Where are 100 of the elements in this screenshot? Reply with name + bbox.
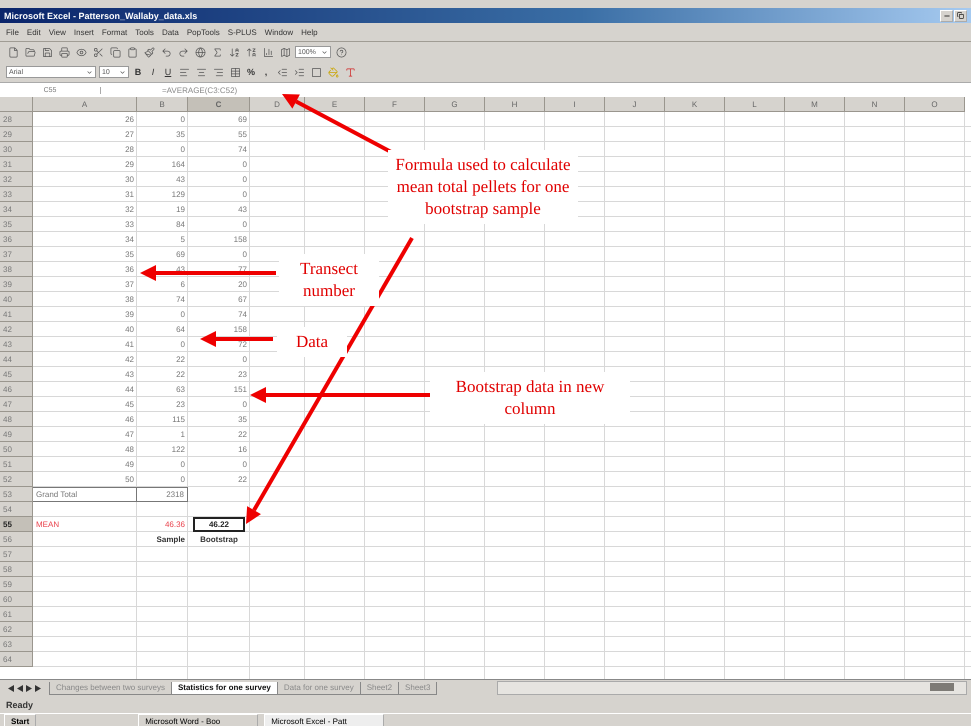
column-header[interactable]: B bbox=[137, 97, 188, 112]
column-header[interactable]: M bbox=[785, 97, 845, 112]
row-header[interactable]: 61 bbox=[0, 607, 33, 622]
menu-item[interactable]: Edit bbox=[26, 28, 41, 36]
row-header[interactable]: 64 bbox=[0, 652, 33, 667]
row-header[interactable]: 50 bbox=[0, 442, 33, 457]
row-header[interactable]: 31 bbox=[0, 157, 33, 172]
save-icon[interactable] bbox=[40, 45, 54, 59]
row-header[interactable]: 60 bbox=[0, 592, 33, 607]
taskbar-button[interactable]: Microsoft Excel - Patt bbox=[264, 714, 384, 726]
row-header[interactable]: 35 bbox=[0, 217, 33, 232]
menu-item[interactable]: PopTools bbox=[186, 28, 220, 36]
row-header[interactable]: 42 bbox=[0, 322, 33, 337]
column-header[interactable]: L bbox=[725, 97, 785, 112]
taskbar-button[interactable]: Microsoft Word - Boo bbox=[138, 714, 258, 726]
table-cell: 46.22 bbox=[192, 517, 246, 532]
help-icon[interactable] bbox=[334, 45, 348, 59]
menu-item[interactable]: S-PLUS bbox=[228, 28, 257, 36]
sheet-tab[interactable]: Changes between two surveys bbox=[49, 682, 172, 694]
menu-item[interactable]: Data bbox=[162, 28, 179, 36]
row-header[interactable]: 40 bbox=[0, 292, 33, 307]
row-header[interactable]: 44 bbox=[0, 352, 33, 367]
borders-icon[interactable] bbox=[309, 65, 323, 79]
restore-button[interactable] bbox=[954, 10, 967, 22]
row-header[interactable]: 52 bbox=[0, 472, 33, 487]
row-header[interactable]: 33 bbox=[0, 187, 33, 202]
row-header[interactable]: 63 bbox=[0, 637, 33, 652]
row-header[interactable]: 38 bbox=[0, 262, 33, 277]
row-header[interactable]: 51 bbox=[0, 457, 33, 472]
sheet-tab[interactable]: Data for one survey bbox=[276, 682, 361, 694]
menu-item[interactable]: Window bbox=[264, 28, 294, 36]
globe-icon[interactable] bbox=[193, 45, 207, 59]
column-header[interactable]: N bbox=[845, 97, 905, 112]
row-header[interactable]: 59 bbox=[0, 577, 33, 592]
row-header[interactable]: 32 bbox=[0, 172, 33, 187]
table-cell-text: 39 bbox=[124, 309, 135, 321]
row-header[interactable]: 45 bbox=[0, 367, 33, 382]
prev-sheet-icon[interactable] bbox=[15, 684, 24, 692]
row-header[interactable]: 53 bbox=[0, 487, 33, 502]
format-button[interactable]: I bbox=[147, 67, 159, 77]
row-header[interactable]: 30 bbox=[0, 142, 33, 157]
sheet-tab[interactable]: Sheet3 bbox=[398, 682, 438, 694]
minimize-button[interactable] bbox=[940, 10, 953, 22]
column-header[interactable]: E bbox=[305, 97, 365, 112]
first-sheet-icon[interactable] bbox=[6, 684, 15, 692]
map-icon[interactable] bbox=[278, 45, 292, 59]
column-header[interactable]: G bbox=[425, 97, 485, 112]
column-header[interactable]: F bbox=[365, 97, 425, 112]
cut-icon[interactable] bbox=[91, 45, 105, 59]
table-cell-text: 67 bbox=[237, 294, 248, 306]
copy-icon[interactable] bbox=[108, 45, 122, 59]
row-header[interactable]: 56 bbox=[0, 532, 33, 547]
menu-item[interactable]: View bbox=[48, 28, 66, 36]
sheet-tab[interactable]: Sheet2 bbox=[360, 682, 400, 694]
next-sheet-icon[interactable] bbox=[24, 684, 33, 692]
column-header[interactable]: C bbox=[188, 97, 250, 112]
last-sheet-icon[interactable] bbox=[33, 684, 42, 692]
row-header[interactable]: 54 bbox=[0, 502, 33, 517]
column-header[interactable]: J bbox=[605, 97, 665, 112]
sheet-tab[interactable]: Statistics for one survey bbox=[170, 682, 278, 694]
menu-item[interactable]: File bbox=[6, 28, 19, 36]
row-header[interactable]: 28 bbox=[0, 112, 33, 127]
print-icon[interactable] bbox=[57, 45, 71, 59]
table-cell-text: 0 bbox=[180, 144, 186, 156]
row-header[interactable]: 55 bbox=[0, 517, 33, 532]
column-header[interactable]: O bbox=[905, 97, 965, 112]
horizontal-scrollbar[interactable] bbox=[497, 681, 967, 695]
row-header[interactable]: 47 bbox=[0, 397, 33, 412]
number-format-button[interactable]: , bbox=[260, 67, 272, 77]
column-header[interactable]: I bbox=[545, 97, 605, 112]
column-header[interactable]: H bbox=[485, 97, 545, 112]
column-header[interactable]: K bbox=[665, 97, 725, 112]
row-header[interactable]: 41 bbox=[0, 307, 33, 322]
open-folder-icon[interactable] bbox=[23, 45, 37, 59]
chart-icon[interactable] bbox=[261, 45, 275, 59]
number-format-button[interactable]: % bbox=[245, 67, 257, 77]
row-header[interactable]: 29 bbox=[0, 127, 33, 142]
row-header[interactable]: 48 bbox=[0, 412, 33, 427]
row-header[interactable]: 39 bbox=[0, 277, 33, 292]
menu-item[interactable]: Tools bbox=[135, 28, 154, 36]
format-button[interactable]: U bbox=[162, 67, 174, 77]
row-header[interactable]: 36 bbox=[0, 232, 33, 247]
row-header[interactable]: 58 bbox=[0, 562, 33, 577]
row-header[interactable]: 43 bbox=[0, 337, 33, 352]
row-header[interactable]: 62 bbox=[0, 622, 33, 637]
row-header[interactable]: 49 bbox=[0, 427, 33, 442]
menu-item[interactable]: Format bbox=[102, 28, 128, 36]
row-header[interactable]: 57 bbox=[0, 547, 33, 562]
formula-field[interactable]: =AVERAGE(C3:C52) bbox=[162, 86, 238, 94]
row-header[interactable]: 34 bbox=[0, 202, 33, 217]
start-button[interactable]: Start bbox=[4, 714, 36, 726]
table-cell: Sample bbox=[156, 535, 185, 544]
format-painter-icon[interactable] bbox=[142, 45, 156, 59]
format-button[interactable]: B bbox=[132, 67, 144, 77]
merge-cells-icon[interactable] bbox=[228, 65, 242, 79]
menu-item[interactable]: Insert bbox=[74, 28, 94, 36]
row-header[interactable]: 37 bbox=[0, 247, 33, 262]
column-header[interactable]: A bbox=[33, 97, 137, 112]
menu-item[interactable]: Help bbox=[301, 28, 318, 36]
row-header[interactable]: 46 bbox=[0, 382, 33, 397]
